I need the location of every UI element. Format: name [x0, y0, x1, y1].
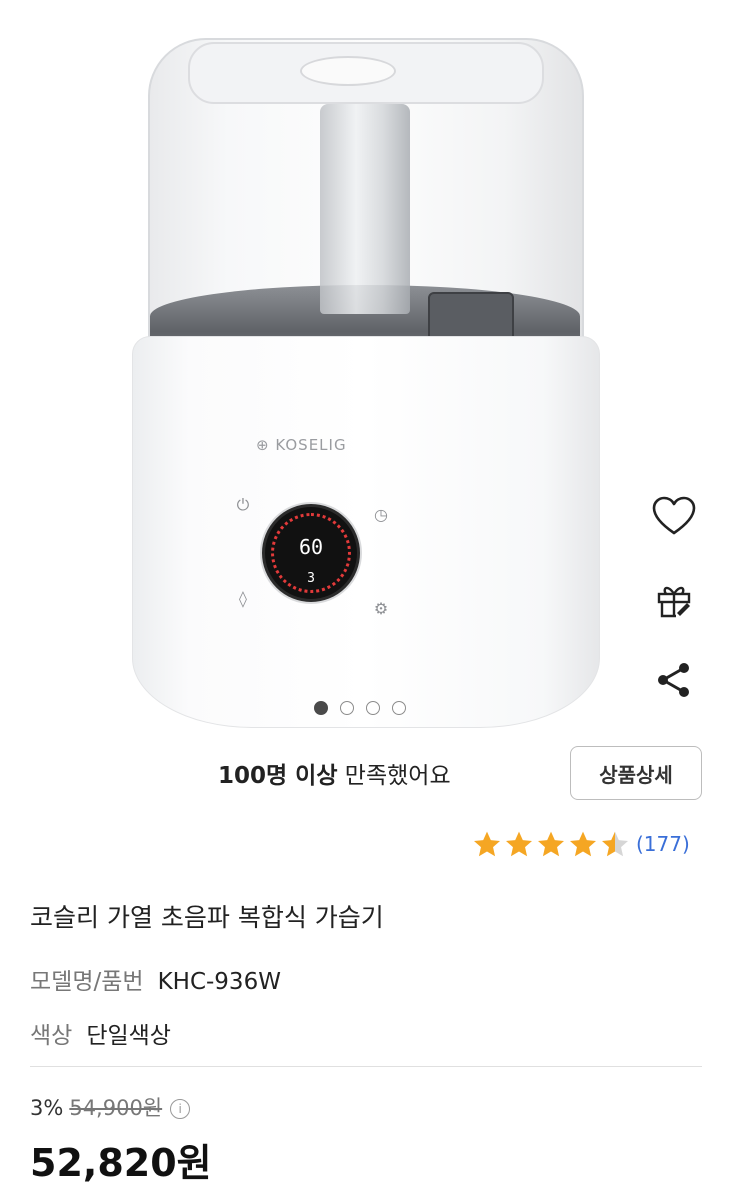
info-icon[interactable]: i — [170, 1099, 191, 1119]
model-value: KHC-936W — [157, 969, 281, 995]
star-icon — [506, 831, 532, 857]
humidifier-base — [132, 336, 600, 728]
divider — [30, 1066, 702, 1067]
share-button[interactable] — [648, 654, 700, 706]
gallery-dot[interactable] — [392, 701, 406, 715]
power-icon: ⏻ — [236, 495, 250, 514]
lid-knob — [300, 56, 396, 86]
star-icon — [474, 831, 500, 857]
brand-logo: ⊕ KOSELIG — [256, 436, 347, 454]
rating-stars[interactable] — [472, 830, 630, 858]
display-sub: 3 — [307, 571, 315, 586]
led-display: 60 3 — [262, 504, 360, 602]
model-row: 모델명/품번 KHC-936W — [30, 962, 281, 996]
gallery-dots — [314, 698, 406, 718]
color-row: 색상 단일색상 — [30, 1016, 171, 1050]
product-photo: ⊕ KOSELIG ⏻ ◷ ◊ ⚙ 60 3 — [0, 0, 732, 740]
mode-icon: ⚙ — [373, 599, 389, 618]
product-title: 코슬리 가열 초음파 복합식 가습기 — [30, 903, 384, 932]
gift-button[interactable] — [648, 574, 700, 626]
color-value: 단일색상 — [86, 1023, 171, 1049]
discount-rate: 3% — [30, 1096, 64, 1120]
star-icon — [570, 831, 596, 857]
wishlist-button[interactable] — [648, 490, 700, 542]
star-icon — [538, 831, 564, 857]
satisfaction-text: 100명 이상 만족했어요 — [218, 763, 451, 789]
discount-row: 3% 54,900원 i — [30, 1092, 191, 1122]
final-price: 52,820원 — [30, 1141, 212, 1185]
original-price: 54,900원 — [69, 1096, 163, 1120]
color-label: 색상 — [30, 1023, 73, 1049]
drop-icon: ◊ — [239, 589, 247, 608]
share-icon — [658, 663, 689, 697]
gift-icon — [657, 586, 691, 618]
heart-icon — [652, 496, 696, 535]
display-value: 60 — [298, 535, 324, 559]
gallery-dot[interactable] — [366, 701, 380, 715]
gallery-dot[interactable] — [314, 701, 328, 715]
timer-icon: ◷ — [374, 505, 388, 524]
gallery-dot[interactable] — [340, 701, 354, 715]
product-image-gallery[interactable]: ⊕ KOSELIG ⏻ ◷ ◊ ⚙ 60 3 — [0, 0, 732, 740]
star-icon — [602, 831, 628, 857]
rating-count[interactable]: (177) — [636, 832, 690, 856]
mist-tube — [320, 104, 410, 314]
model-label: 모델명/품번 — [30, 969, 144, 995]
product-detail-button[interactable]: 상품상세 — [570, 746, 702, 800]
